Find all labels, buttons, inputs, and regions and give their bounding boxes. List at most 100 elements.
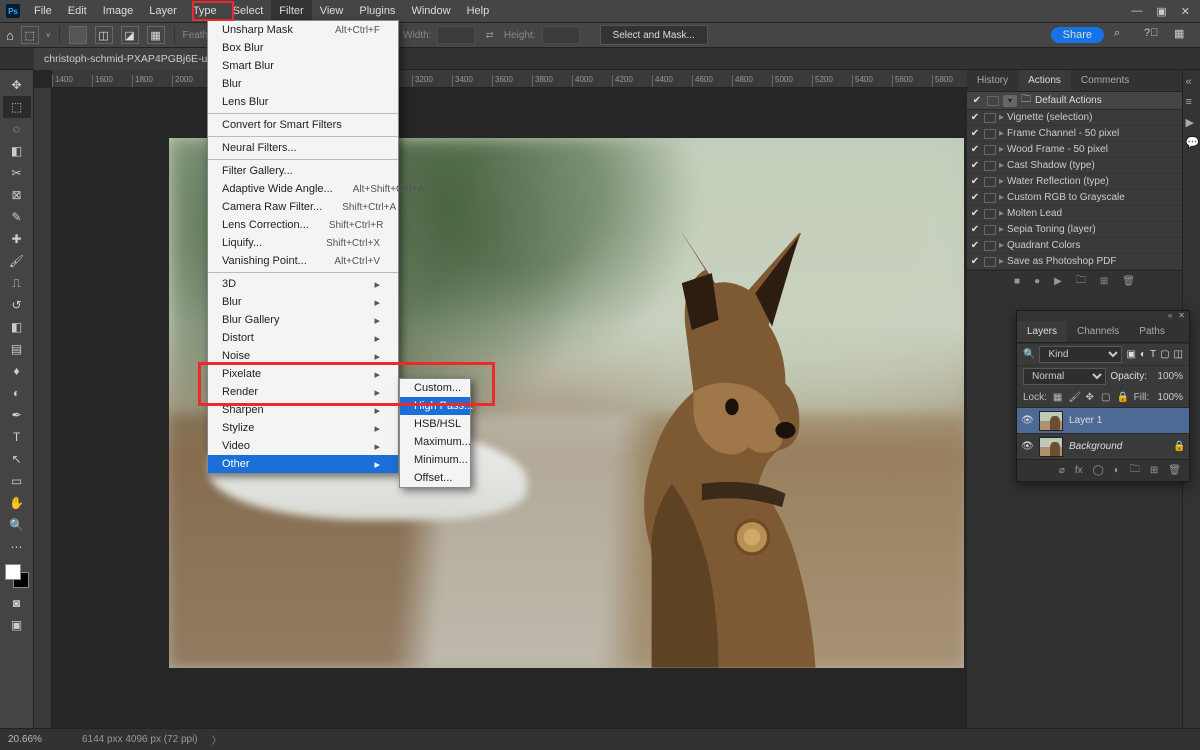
lock-all-icon[interactable]: 🔒 bbox=[1117, 392, 1128, 403]
menu-type[interactable]: Type bbox=[185, 0, 225, 22]
filter-smart-icon[interactable]: ◫ bbox=[1174, 349, 1183, 360]
menu-item[interactable]: Vanishing Point...Alt+Ctrl+V bbox=[208, 252, 398, 270]
action-item[interactable]: ✔▸Vignette (selection) bbox=[967, 110, 1182, 126]
select-and-mask-button[interactable]: Select and Mask... bbox=[600, 25, 708, 45]
visibility-icon[interactable]: 👁 bbox=[1021, 441, 1033, 452]
menu-window[interactable]: Window bbox=[403, 0, 458, 22]
share-button[interactable]: Share bbox=[1051, 27, 1104, 43]
menu-item[interactable]: Blur Gallery▸ bbox=[208, 311, 398, 329]
color-swatches[interactable] bbox=[5, 564, 29, 588]
panel-tab-actions[interactable]: Actions bbox=[1018, 70, 1071, 91]
action-item[interactable]: ✔▸Water Reflection (type) bbox=[967, 174, 1182, 190]
menu-item[interactable]: Offset... bbox=[400, 469, 470, 487]
rail-menu-icon[interactable]: ≡ bbox=[1186, 96, 1198, 108]
layer-row[interactable]: 👁Layer 1 bbox=[1017, 407, 1189, 433]
new-action-icon[interactable]: ⊞ bbox=[1100, 276, 1108, 287]
panel-tab-history[interactable]: History bbox=[967, 70, 1018, 91]
shape-tool[interactable]: ▭ bbox=[3, 470, 31, 492]
visibility-icon[interactable]: 👁 bbox=[1021, 415, 1033, 426]
menu-item[interactable]: Smart Blur bbox=[208, 57, 398, 75]
history-brush-tool[interactable]: ↺ bbox=[3, 294, 31, 316]
action-item[interactable]: ✔▸Molten Lead bbox=[967, 206, 1182, 222]
stop-icon[interactable]: ■ bbox=[1014, 276, 1020, 287]
sel-int-icon[interactable]: ▦ bbox=[147, 26, 165, 44]
menu-item[interactable]: Blur bbox=[208, 75, 398, 93]
menu-item[interactable]: High Pass... bbox=[400, 397, 470, 415]
delete-layer-icon[interactable]: 🗑 bbox=[1168, 465, 1181, 476]
menu-item[interactable]: Video▸ bbox=[208, 437, 398, 455]
action-item[interactable]: ✔▸Frame Channel - 50 pixel bbox=[967, 126, 1182, 142]
menu-item[interactable]: 3D▸ bbox=[208, 275, 398, 293]
search-icon[interactable]: ⌕ bbox=[1114, 27, 1130, 43]
close-icon[interactable]: ✕ bbox=[1181, 5, 1190, 18]
menu-item[interactable]: Pixelate▸ bbox=[208, 365, 398, 383]
menu-item[interactable]: Render▸ bbox=[208, 383, 398, 401]
menu-plugins[interactable]: Plugins bbox=[351, 0, 403, 22]
help-icon[interactable]: ?⃝ bbox=[1144, 27, 1160, 43]
maximize-icon[interactable]: ▣ bbox=[1156, 5, 1166, 18]
panel-close-icon[interactable]: ✕ bbox=[1178, 311, 1185, 321]
menu-item[interactable]: Box Blur bbox=[208, 39, 398, 57]
heal-tool[interactable]: ✚ bbox=[3, 228, 31, 250]
menu-item[interactable]: Maximum... bbox=[400, 433, 470, 451]
status-chevron-icon[interactable]: 〉 bbox=[212, 732, 222, 747]
menu-item[interactable]: Other▸ bbox=[208, 455, 398, 473]
filter-shape-icon[interactable]: ▢ bbox=[1160, 349, 1169, 360]
marquee-tool[interactable]: ⬚ bbox=[3, 96, 31, 118]
link-icon[interactable]: ⌀ bbox=[1059, 465, 1065, 476]
menu-item[interactable]: Noise▸ bbox=[208, 347, 398, 365]
actions-folder-header[interactable]: ✔ ▾ 🗀 Default Actions bbox=[967, 92, 1182, 110]
layers-tab-layers[interactable]: Layers bbox=[1017, 321, 1067, 342]
eyedropper-tool[interactable]: ✎ bbox=[3, 206, 31, 228]
menu-file[interactable]: File bbox=[26, 0, 60, 22]
menu-item[interactable]: Convert for Smart Filters bbox=[208, 116, 398, 134]
object-select-tool[interactable]: ◧ bbox=[3, 140, 31, 162]
move-tool[interactable]: ✥ bbox=[3, 74, 31, 96]
blur-tool[interactable]: ♦ bbox=[3, 360, 31, 382]
fx-icon[interactable]: fx bbox=[1075, 465, 1083, 476]
filter-kind-icon[interactable]: 🔍 bbox=[1023, 349, 1035, 360]
gradient-tool[interactable]: ▤ bbox=[3, 338, 31, 360]
menu-item[interactable]: Adaptive Wide Angle...Alt+Shift+Ctrl+A bbox=[208, 180, 398, 198]
panel-tab-comments[interactable]: Comments bbox=[1071, 70, 1139, 91]
menu-item[interactable]: Camera Raw Filter...Shift+Ctrl+A bbox=[208, 198, 398, 216]
menu-item[interactable]: Liquify...Shift+Ctrl+X bbox=[208, 234, 398, 252]
action-item[interactable]: ✔▸Cast Shadow (type) bbox=[967, 158, 1182, 174]
menu-item[interactable]: Minimum... bbox=[400, 451, 470, 469]
menu-item[interactable]: Sharpen▸ bbox=[208, 401, 398, 419]
mask-icon[interactable]: ◯ bbox=[1093, 465, 1104, 476]
menu-item[interactable]: Distort▸ bbox=[208, 329, 398, 347]
filter-other-submenu[interactable]: Custom...High Pass...HSB/HSLMaximum...Mi… bbox=[399, 378, 471, 488]
action-item[interactable]: ✔▸Wood Frame - 50 pixel bbox=[967, 142, 1182, 158]
adjust-icon[interactable]: ◐ bbox=[1114, 465, 1120, 476]
action-item[interactable]: ✔▸Save as Photoshop PDF bbox=[967, 254, 1182, 270]
eraser-tool[interactable]: ◧ bbox=[3, 316, 31, 338]
sel-sub-icon[interactable]: ◪ bbox=[121, 26, 139, 44]
zoom-value[interactable]: 20.66% bbox=[8, 734, 68, 745]
swap-icon[interactable]: ⇄ bbox=[485, 30, 493, 41]
menu-item[interactable]: HSB/HSL bbox=[400, 415, 470, 433]
opacity-value[interactable]: 100% bbox=[1151, 371, 1183, 382]
filter-type-icon[interactable]: T bbox=[1150, 349, 1156, 360]
height-input[interactable] bbox=[542, 26, 580, 44]
blend-mode-select[interactable]: Normal bbox=[1023, 368, 1106, 385]
filter-pixel-icon[interactable]: ▣ bbox=[1126, 349, 1135, 360]
stamp-tool[interactable]: ⎍ bbox=[3, 272, 31, 294]
menu-help[interactable]: Help bbox=[459, 0, 498, 22]
marquee-tool-icon[interactable]: ⬚ bbox=[21, 26, 39, 44]
home-icon[interactable]: ⌂ bbox=[6, 28, 14, 43]
zoom-tool[interactable]: 🔍 bbox=[3, 514, 31, 536]
layers-tab-channels[interactable]: Channels bbox=[1067, 321, 1129, 342]
menu-edit[interactable]: Edit bbox=[60, 0, 95, 22]
layers-tab-paths[interactable]: Paths bbox=[1129, 321, 1175, 342]
minimize-icon[interactable]: — bbox=[1131, 5, 1142, 18]
fill-value[interactable]: 100% bbox=[1155, 392, 1183, 403]
menu-item[interactable]: Stylize▸ bbox=[208, 419, 398, 437]
frame-tool[interactable]: ⊠ bbox=[3, 184, 31, 206]
workspace-icon[interactable]: ▦ bbox=[1174, 27, 1190, 43]
menu-view[interactable]: View bbox=[312, 0, 352, 22]
screenmode-tool[interactable]: ▣ bbox=[3, 614, 31, 636]
rail-comment-icon[interactable]: 💬 bbox=[1186, 136, 1198, 148]
group-icon[interactable]: 🗀 bbox=[1130, 462, 1140, 479]
sel-add-icon[interactable]: ◫ bbox=[95, 26, 113, 44]
